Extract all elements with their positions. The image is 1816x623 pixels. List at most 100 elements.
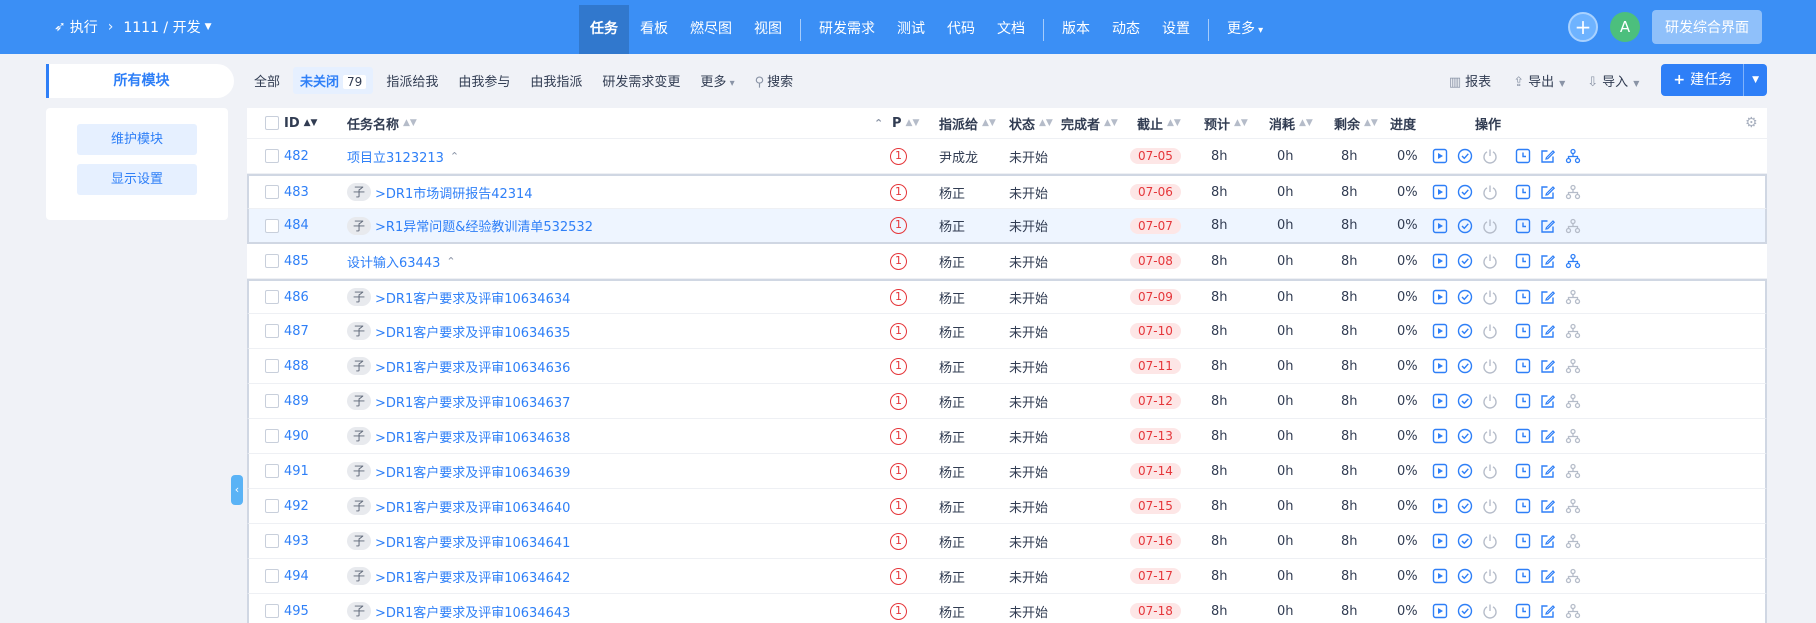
task-id-link[interactable]: 486 [284, 290, 309, 305]
edit-task-icon[interactable] [1540, 184, 1556, 200]
row-checkbox[interactable] [265, 499, 279, 513]
start-task-icon[interactable] [1432, 463, 1448, 479]
task-id-link[interactable]: 487 [284, 324, 309, 339]
assigned-to[interactable]: 杨正 [939, 567, 965, 586]
task-name-link[interactable]: >DR1客户要求及评审10634643 [375, 602, 570, 621]
batch-create-icon[interactable] [1565, 463, 1581, 479]
table-row[interactable]: 489 子 >DR1客户要求及评审10634637 1 杨正 未开始 07-12 8h 0h 8h… [247, 384, 1767, 419]
table-row[interactable]: 482 项目立3123213 ⌃ 1 尹成龙 未开始 07-05 8h 0h 8h 0% [247, 139, 1767, 174]
edit-task-icon[interactable] [1540, 428, 1556, 444]
finish-task-icon[interactable] [1457, 533, 1473, 549]
export-button[interactable]: ⇪ 导出 ▼ [1513, 71, 1565, 90]
nav-item-0-2[interactable]: 燃尽图 [679, 5, 743, 54]
batch-create-icon[interactable] [1565, 428, 1581, 444]
table-row[interactable]: 495 子 >DR1客户要求及评审10634643 1 杨正 未开始 07-18 8h 0h 8h… [247, 594, 1767, 623]
close-task-icon[interactable] [1482, 218, 1498, 234]
close-task-icon[interactable] [1482, 184, 1498, 200]
nav-item-0-0[interactable]: 任务 [579, 5, 629, 54]
assigned-to[interactable]: 杨正 [939, 322, 965, 341]
edit-task-icon[interactable] [1540, 498, 1556, 514]
report-button[interactable]: ▥ 报表 [1449, 71, 1491, 90]
task-id-link[interactable]: 485 [284, 254, 309, 269]
row-checkbox[interactable] [265, 534, 279, 548]
assigned-to[interactable]: 杨正 [939, 392, 965, 411]
task-id-link[interactable]: 495 [284, 604, 309, 619]
task-name-link[interactable]: >DR1客户要求及评审10634641 [375, 532, 570, 551]
batch-create-icon[interactable] [1565, 568, 1581, 584]
start-task-icon[interactable] [1432, 428, 1448, 444]
record-hours-icon[interactable] [1515, 463, 1531, 479]
assigned-to[interactable]: 杨正 [939, 427, 965, 446]
start-task-icon[interactable] [1432, 358, 1448, 374]
table-row[interactable]: 483 子 >DR1市场调研报告42314 1 杨正 未开始 07-06 8h 0h 8h 0% [247, 174, 1767, 209]
nav-item-1-3[interactable]: 文档 [986, 5, 1036, 54]
avatar[interactable]: A [1610, 12, 1640, 42]
task-name-link[interactable]: >DR1客户要求及评审10634637 [375, 392, 570, 411]
task-id-link[interactable]: 494 [284, 569, 309, 584]
nav-item-2-0[interactable]: 版本 [1051, 5, 1101, 54]
task-name-link[interactable]: >DR1客户要求及评审10634640 [375, 497, 570, 516]
start-task-icon[interactable] [1432, 498, 1448, 514]
row-checkbox[interactable] [265, 604, 279, 618]
edit-task-icon[interactable] [1540, 533, 1556, 549]
record-hours-icon[interactable] [1515, 289, 1531, 305]
filter-tab-0[interactable]: 全部 [247, 67, 287, 94]
batch-create-icon[interactable] [1565, 218, 1581, 234]
record-hours-icon[interactable] [1515, 218, 1531, 234]
col-deadline[interactable]: 截止 ▲▼ [1137, 108, 1181, 138]
record-hours-icon[interactable] [1515, 184, 1531, 200]
collapse-all-icon[interactable]: ⌃ [874, 108, 883, 138]
row-checkbox[interactable] [265, 464, 279, 478]
assigned-to[interactable]: 杨正 [939, 252, 965, 271]
finish-task-icon[interactable] [1457, 603, 1473, 619]
nav-item-2-2[interactable]: 设置 [1151, 5, 1201, 54]
close-task-icon[interactable] [1482, 568, 1498, 584]
filter-tab-5[interactable]: 研发需求变更 [595, 67, 687, 94]
breadcrumb-project[interactable]: 1111 / 开发 [123, 17, 200, 37]
row-checkbox[interactable] [265, 569, 279, 583]
collapse-sidebar-button[interactable]: ‹ [231, 475, 243, 505]
nav-item-1-2[interactable]: 代码 [936, 5, 986, 54]
record-hours-icon[interactable] [1515, 603, 1531, 619]
close-task-icon[interactable] [1482, 603, 1498, 619]
edit-task-icon[interactable] [1540, 323, 1556, 339]
task-id-link[interactable]: 490 [284, 429, 309, 444]
task-name-link[interactable]: 项目立3123213 [347, 147, 444, 166]
col-status[interactable]: 状态 ▲▼ [1009, 108, 1053, 138]
task-name-link[interactable]: >DR1客户要求及评审10634635 [375, 322, 570, 341]
task-name-link[interactable]: >R1异常问题&经验教训清单532532 [375, 216, 593, 235]
record-hours-icon[interactable] [1515, 393, 1531, 409]
record-hours-icon[interactable] [1515, 428, 1531, 444]
row-checkbox[interactable] [265, 290, 279, 304]
start-task-icon[interactable] [1432, 253, 1448, 269]
table-row[interactable]: 486 子 >DR1客户要求及评审10634634 1 杨正 未开始 07-09 8h 0h 8h… [247, 279, 1767, 314]
quick-add-button[interactable]: + [1568, 12, 1598, 42]
row-checkbox[interactable] [265, 218, 279, 233]
nav-item-1-1[interactable]: 测试 [886, 5, 936, 54]
task-name-link[interactable]: >DR1客户要求及评审10634639 [375, 462, 570, 481]
row-checkbox[interactable] [265, 254, 279, 268]
task-id-link[interactable]: 491 [284, 464, 309, 479]
close-task-icon[interactable] [1482, 533, 1498, 549]
col-estimate[interactable]: 预计 ▲▼ [1204, 108, 1248, 138]
edit-task-icon[interactable] [1540, 148, 1556, 164]
start-task-icon[interactable] [1432, 533, 1448, 549]
record-hours-icon[interactable] [1515, 533, 1531, 549]
close-task-icon[interactable] [1482, 358, 1498, 374]
record-hours-icon[interactable] [1515, 358, 1531, 374]
task-name-link[interactable]: 设计输入63443 [347, 252, 440, 271]
table-row[interactable]: 488 子 >DR1客户要求及评审10634636 1 杨正 未开始 07-11 8h 0h 8h… [247, 349, 1767, 384]
batch-create-icon[interactable] [1565, 358, 1581, 374]
import-button[interactable]: ⇩ 导入 ▼ [1587, 71, 1639, 90]
finish-task-icon[interactable] [1457, 218, 1473, 234]
record-hours-icon[interactable] [1515, 498, 1531, 514]
task-id-link[interactable]: 484 [284, 218, 309, 233]
nav-item-2-1[interactable]: 动态 [1101, 5, 1151, 54]
close-task-icon[interactable] [1482, 393, 1498, 409]
close-task-icon[interactable] [1482, 428, 1498, 444]
batch-create-icon[interactable] [1565, 498, 1581, 514]
col-left[interactable]: 剩余 ▲▼ [1334, 108, 1378, 138]
close-task-icon[interactable] [1482, 498, 1498, 514]
finish-task-icon[interactable] [1457, 568, 1473, 584]
assigned-to[interactable]: 杨正 [939, 602, 965, 621]
